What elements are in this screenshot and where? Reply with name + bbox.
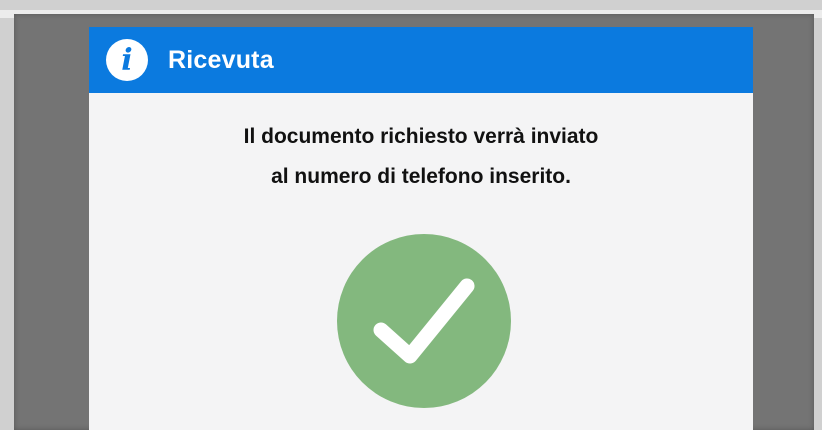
message-line-2: al numero di telefono inserito. bbox=[271, 165, 571, 188]
dialog-header: i Ricevuta bbox=[89, 27, 753, 93]
receipt-dialog: i Ricevuta Il documento richiesto verrà … bbox=[89, 27, 753, 430]
dialog-message: Il documento richiesto verrà inviato al … bbox=[89, 117, 753, 197]
message-line-1: Il documento richiesto verrà inviato bbox=[243, 125, 599, 148]
info-icon: i bbox=[106, 39, 148, 81]
checkmark-icon bbox=[373, 278, 475, 364]
checkmark-circle-icon bbox=[337, 234, 511, 408]
dialog-title: Ricevuta bbox=[168, 45, 274, 74]
